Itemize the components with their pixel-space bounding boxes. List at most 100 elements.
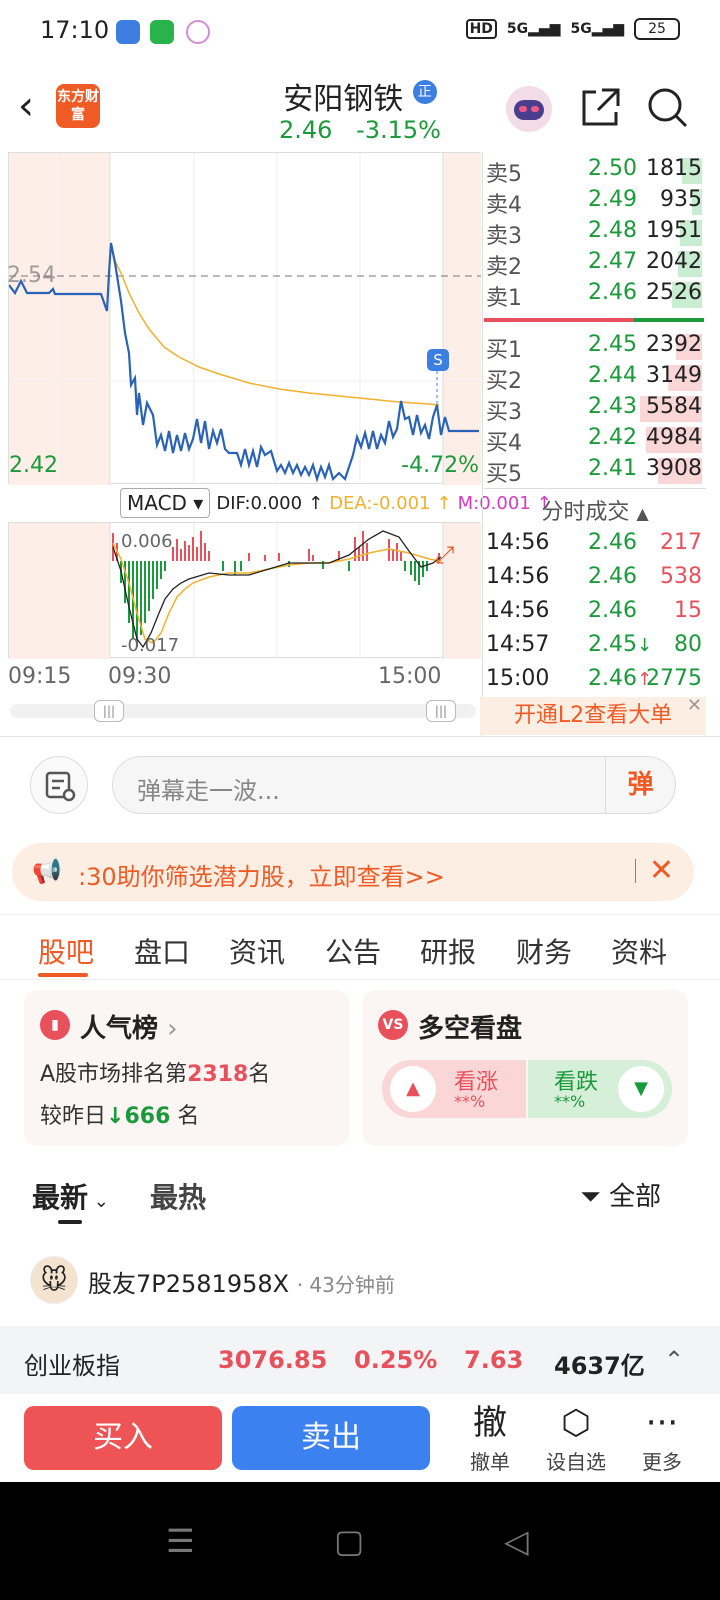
ask-label: 卖2	[486, 255, 522, 280]
bid-row[interactable]: 买3 2.43 5584	[484, 394, 706, 425]
trade-price: 2.46	[588, 530, 637, 555]
time-range-scrollbar[interactable]	[10, 704, 476, 718]
stock-header: ‹ 东方财富 安阳钢铁 正 2.46 -3.15%	[0, 64, 720, 152]
ask-row[interactable]: 卖4 2.49 935	[484, 187, 706, 218]
feed-tab-underline	[58, 1220, 82, 1224]
ask-price: 2.46	[588, 280, 637, 305]
sell-marker-icon[interactable]: S	[427, 349, 449, 371]
share-icon[interactable]	[576, 84, 626, 134]
more-button[interactable]: ··· 更多	[622, 1400, 702, 1475]
bid-row[interactable]: 买2 2.44 3149	[484, 363, 706, 394]
cancel-order-button[interactable]: 撤 撤单	[450, 1400, 530, 1475]
back-nav-icon[interactable]: ◁	[504, 1522, 529, 1560]
stock-badge: 正	[412, 80, 437, 104]
intraday-chart[interactable]: 2.54 2.42 -4.72% S	[7, 152, 481, 485]
tab-announcement[interactable]: 公告	[325, 931, 381, 971]
trade-vol: 15	[674, 598, 702, 623]
post-author[interactable]: 股友7P2581958X · 43分钟前	[88, 1264, 395, 1299]
add-watchlist-button[interactable]: ⬡ 设自选	[536, 1400, 616, 1475]
down-arrow-icon: ↓	[106, 1104, 125, 1129]
avatar[interactable]: 🐭	[30, 1256, 78, 1304]
feed-tab-latest[interactable]: 最新 ⌄	[32, 1176, 109, 1216]
close-icon[interactable]: ✕	[687, 687, 702, 725]
intraday-chart-svg	[9, 153, 481, 485]
promo-banner[interactable]: 📢 :30助你筛选潜力股，立即查看>> ✕	[12, 843, 694, 901]
vote-up-button[interactable]: ▲ 看涨 **%	[382, 1060, 526, 1118]
comment-list-icon[interactable]	[30, 756, 88, 814]
index-pct: 0.25%	[354, 1346, 438, 1374]
trade-row: 14:56 2.46 15	[484, 598, 706, 632]
post-time: · 43分钟前	[296, 1273, 395, 1297]
trades-header[interactable]: 分时成交 ▲	[484, 494, 706, 526]
x-label-1500: 15:00	[378, 664, 442, 689]
feed-tab-latest-label: 最新	[32, 1181, 89, 1214]
low-price-label: 2.42	[9, 453, 58, 478]
bid-row[interactable]: 买5 2.41 3908	[484, 456, 706, 487]
bid-price: 2.44	[588, 363, 637, 388]
more-label: 更多	[642, 1450, 682, 1474]
dea-arrow-icon: ↑	[436, 492, 452, 514]
trade-time: 15:00	[486, 666, 550, 691]
macd-bottom-label: -0.017	[121, 635, 180, 656]
tab-news[interactable]: 资讯	[229, 931, 285, 971]
ask-price: 2.48	[588, 218, 637, 243]
danmu-toggle-button[interactable]: 弹	[605, 757, 675, 813]
danmu-input[interactable]: 弹幕走一波... 弹	[112, 756, 676, 814]
bull-bear-card: VS 多空看盘 ▲ 看涨 **% 看跌 **% ▼	[362, 990, 688, 1146]
cmp-prefix: 较昨日	[40, 1104, 107, 1129]
battery-icon: 25	[634, 18, 680, 40]
range-handle-right[interactable]: |||	[426, 700, 456, 722]
ob-divider	[484, 488, 706, 489]
bid-row[interactable]: 买1 2.45 2392	[484, 332, 706, 363]
bid-row[interactable]: 买4 2.42 4984	[484, 425, 706, 456]
close-icon[interactable]: ✕	[649, 853, 674, 888]
macd-dea: DEA:-0.001	[329, 492, 431, 514]
rank-change-line: 较昨日↓666 名	[40, 1098, 199, 1130]
tab-research[interactable]: 研报	[420, 931, 476, 971]
bid-price: 2.43	[588, 394, 637, 419]
sell-button[interactable]: 卖出	[232, 1406, 430, 1470]
robot-assistant-icon[interactable]	[504, 84, 554, 134]
tab-profile[interactable]: 资料	[611, 931, 667, 971]
chevron-up-icon[interactable]: ⌃	[664, 1346, 684, 1374]
x-label-0930: 09:30	[108, 664, 172, 689]
index-ticker[interactable]: 创业板指 3076.85 0.25% 7.63 4637亿 ⌃	[0, 1326, 720, 1394]
range-handle-left[interactable]: |||	[94, 700, 124, 722]
trade-vol: 217	[660, 530, 702, 555]
banner-text: :30助你筛选潜力股，立即查看>>	[78, 863, 445, 891]
filter-button[interactable]: ⏷ 全部	[580, 1176, 661, 1213]
cmp-suffix: 名	[177, 1104, 200, 1129]
bid-label: 买5	[486, 462, 522, 487]
macd-chart[interactable]: 0.006 -0.017 ⤢	[8, 522, 481, 659]
bid-label: 买3	[486, 400, 522, 425]
feed-tab-hot[interactable]: 最热	[150, 1176, 206, 1216]
vertical-divider	[482, 152, 483, 736]
ratio-bar-green	[634, 318, 704, 322]
indicator-dropdown[interactable]: MACD ▾	[120, 488, 211, 518]
ask-row[interactable]: 卖1 2.46 2526	[484, 280, 706, 311]
low-pct-label: -4.72%	[401, 453, 479, 478]
vote-down-button[interactable]: 看跌 **% ▼	[528, 1060, 672, 1118]
expand-chart-icon[interactable]: ⤢	[435, 541, 454, 569]
tab-underline	[38, 973, 88, 977]
search-icon[interactable]	[644, 84, 694, 134]
ask-row[interactable]: 卖2 2.47 2042	[484, 249, 706, 280]
cancel-label: 撤单	[470, 1450, 510, 1474]
l2-upgrade-banner[interactable]: 开通L2查看大单 ✕	[480, 695, 706, 735]
tab-finance[interactable]: 财务	[516, 931, 572, 971]
tab-guba[interactable]: 股吧	[38, 931, 94, 971]
tab-pankou[interactable]: 盘口	[134, 931, 190, 971]
status-time: 17:10	[40, 16, 110, 44]
popularity-card[interactable]: ▮ 人气榜 › A股市场排名第2318名 较昨日↓666 名	[24, 990, 350, 1146]
home-icon[interactable]: ▢	[334, 1522, 364, 1560]
trade-row: 14:56 2.46 217	[484, 530, 706, 564]
buy-button[interactable]: 买入	[24, 1406, 222, 1470]
ask-row[interactable]: 卖3 2.48 1951	[484, 218, 706, 249]
ask-row[interactable]: 卖5 2.50 1815	[484, 156, 706, 187]
indicator-name: MACD	[127, 491, 187, 515]
x-label-0915: 09:15	[8, 664, 72, 689]
menu-icon[interactable]: ☰	[166, 1522, 195, 1560]
danmu-placeholder: 弹幕走一波...	[137, 777, 280, 805]
ranking-icon: ▮	[40, 1010, 70, 1040]
bid-label: 买4	[486, 431, 522, 456]
